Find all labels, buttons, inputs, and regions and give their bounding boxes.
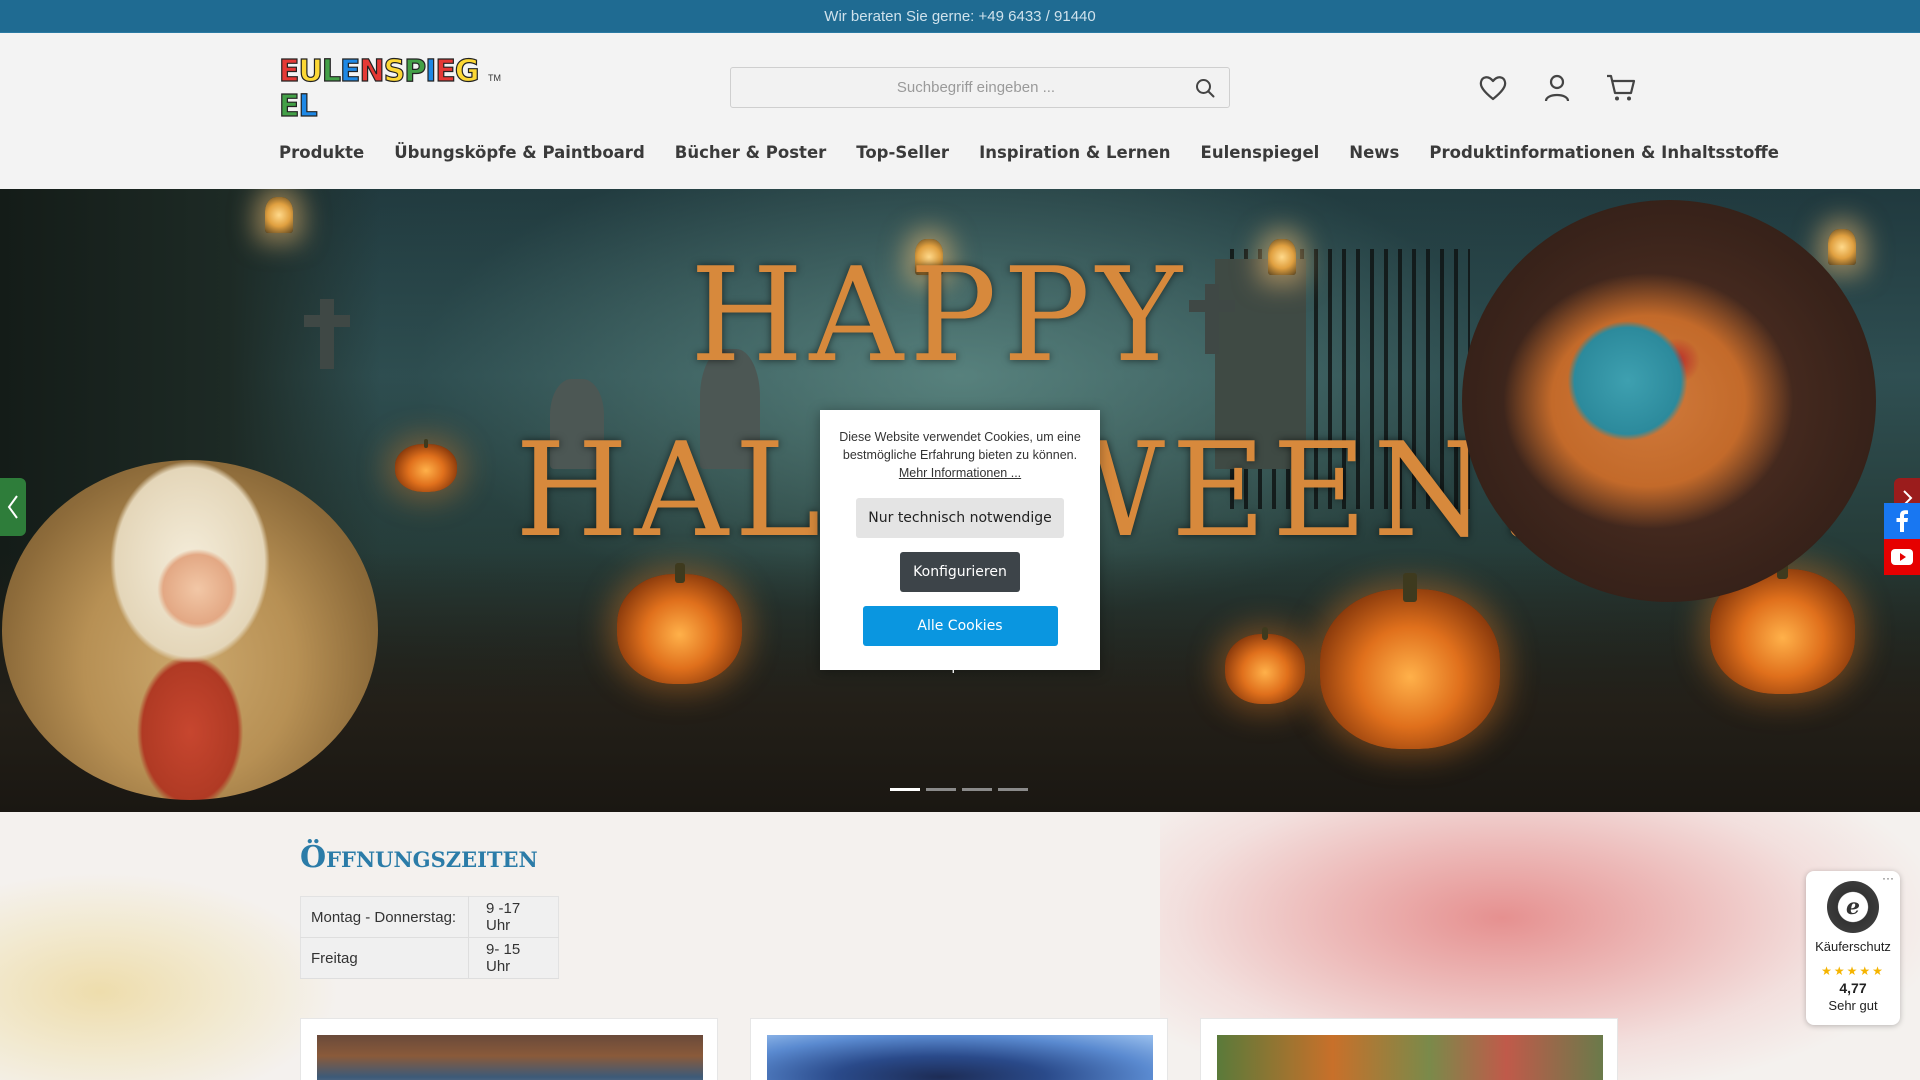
- slider-dot[interactable]: [962, 788, 992, 791]
- hero-lantern: [1268, 239, 1296, 275]
- opening-hours-title: Öffnungszeiten: [300, 840, 538, 875]
- rating-grade: Sehr gut: [1828, 998, 1878, 1013]
- hours-day: Montag - Donnerstag:: [300, 896, 469, 938]
- header-actions: [1478, 73, 1636, 103]
- chevron-left-icon: [7, 495, 18, 519]
- hero-pumpkin: [617, 563, 742, 684]
- table-row: Freitag 9- 15 Uhr: [300, 937, 559, 979]
- hero-title-line1: HAPPY: [690, 239, 1189, 391]
- logo-letter: P: [404, 53, 427, 89]
- nav-item-produkte[interactable]: Produkte: [279, 143, 364, 162]
- trusted-shops-badge[interactable]: ··· e Käuferschutz ★★★★★ 4,77 Sehr gut: [1806, 871, 1900, 1025]
- table-row: Montag - Donnerstag: 9 -17 Uhr: [300, 896, 559, 938]
- teaser-card[interactable]: [300, 1018, 718, 1080]
- nav-item-news[interactable]: News: [1349, 143, 1399, 162]
- teaser-card[interactable]: [1200, 1018, 1618, 1080]
- trusted-seal-icon: e: [1827, 881, 1879, 933]
- logo-letter: L: [298, 88, 318, 124]
- trusted-more-button[interactable]: ···: [1882, 871, 1894, 885]
- logo-letter: S: [383, 53, 406, 89]
- opening-hours-table: Montag - Donnerstag: 9 -17 Uhr Freitag 9…: [300, 896, 559, 979]
- teaser-image: [767, 1035, 1153, 1080]
- slider-prev-button[interactable]: [0, 478, 26, 536]
- hero-pumpkin: [1225, 627, 1305, 704]
- top-contact-bar: Wir beraten Sie gerne: +49 6433 / 91440: [0, 0, 1920, 33]
- logo-letter: E: [278, 88, 300, 124]
- wishlist-button[interactable]: [1478, 73, 1508, 103]
- cookie-accept-all-button[interactable]: Alle Cookies akzeptieren: [862, 606, 1058, 674]
- logo[interactable]: EULENSPIEGEL TM: [278, 53, 501, 124]
- heart-icon: [1479, 76, 1507, 101]
- search-bar: [730, 67, 1230, 108]
- youtube-icon: [1891, 549, 1913, 565]
- nav-item-uebungskoepfe[interactable]: Übungsköpfe & Paintboard: [394, 143, 645, 162]
- nav-item-buecher-poster[interactable]: Bücher & Poster: [675, 143, 827, 162]
- rating-stars: ★★★★★: [1821, 964, 1885, 978]
- slider-dot[interactable]: [890, 788, 920, 791]
- search-button[interactable]: [1181, 68, 1229, 107]
- hero-lantern: [1828, 229, 1856, 265]
- facebook-button[interactable]: [1884, 503, 1920, 539]
- logo-letter: G: [454, 53, 480, 89]
- account-button[interactable]: [1542, 73, 1572, 103]
- watercolor-splash-yellow: [0, 872, 340, 1080]
- logo-letter: E: [339, 53, 361, 89]
- logo-letter: L: [321, 53, 341, 89]
- hero-pumpkin: [1320, 573, 1500, 749]
- cart-icon: [1607, 74, 1636, 101]
- hours-time: 9 -17 Uhr: [468, 896, 559, 938]
- user-icon: [1544, 74, 1570, 102]
- hours-day: Freitag: [300, 937, 469, 979]
- cookie-necessary-button[interactable]: Nur technisch notwendige: [856, 498, 1064, 538]
- youtube-button[interactable]: [1884, 539, 1920, 575]
- logo-letter: N: [359, 53, 385, 89]
- cookie-consent-dialog: Diese Website verwendet Cookies, um eine…: [820, 410, 1100, 674]
- contact-text: Wir beraten Sie gerne: +49 6433 / 91440: [824, 7, 1096, 25]
- logo-wordmark: EULENSPIEGEL: [278, 53, 487, 124]
- hero-lantern: [265, 197, 293, 233]
- hero-grave-cross: [1189, 284, 1235, 354]
- hours-time: 9- 15 Uhr: [468, 937, 559, 979]
- cookie-more-info-link[interactable]: Mehr Informationen ...: [899, 466, 1021, 480]
- trusted-label: Käuferschutz: [1815, 939, 1891, 954]
- hero-grave-cross: [304, 299, 350, 369]
- rating-score: 4,77: [1839, 980, 1867, 996]
- hero-pumpkin: [395, 439, 457, 492]
- cookie-configure-button[interactable]: Konfigurieren: [900, 552, 1020, 592]
- nav-item-inspiration[interactable]: Inspiration & Lernen: [979, 143, 1170, 162]
- logo-letter: E: [435, 53, 457, 89]
- hero-zombie-portrait: [1462, 200, 1876, 602]
- slider-dot[interactable]: [926, 788, 956, 791]
- teaser-card[interactable]: [750, 1018, 1168, 1080]
- cart-button[interactable]: [1606, 73, 1636, 103]
- trusted-seal-letter: e: [1839, 893, 1867, 921]
- nav-item-eulenspiegel[interactable]: Eulenspiegel: [1201, 143, 1320, 162]
- logo-trademark: TM: [488, 73, 501, 83]
- search-input[interactable]: [731, 68, 1181, 107]
- site-header: EULENSPIEGEL TM Produkte Übungsköpfe & P…: [0, 33, 1920, 189]
- main-navigation: Produkte Übungsköpfe & Paintboard Bücher…: [279, 143, 1779, 162]
- cookie-text: Diese Website verwendet Cookies, um eine…: [839, 430, 1081, 462]
- nav-item-produktinformationen[interactable]: Produktinformationen & Inhaltsstoffe: [1429, 143, 1779, 162]
- nav-item-top-seller[interactable]: Top-Seller: [856, 143, 949, 162]
- search-icon: [1196, 78, 1215, 97]
- hero-scarecrow-portrait: [2, 460, 378, 800]
- slider-dot[interactable]: [998, 788, 1028, 791]
- logo-letter: I: [425, 53, 437, 89]
- teaser-image: [1217, 1035, 1603, 1080]
- slider-dots: [890, 788, 1028, 791]
- logo-letter: U: [298, 53, 324, 89]
- logo-letter: E: [278, 53, 300, 89]
- content-section: Öffnungszeiten Montag - Donnerstag: 9 -1…: [0, 812, 1920, 1080]
- teaser-image: [317, 1035, 703, 1080]
- facebook-icon: [1896, 510, 1908, 532]
